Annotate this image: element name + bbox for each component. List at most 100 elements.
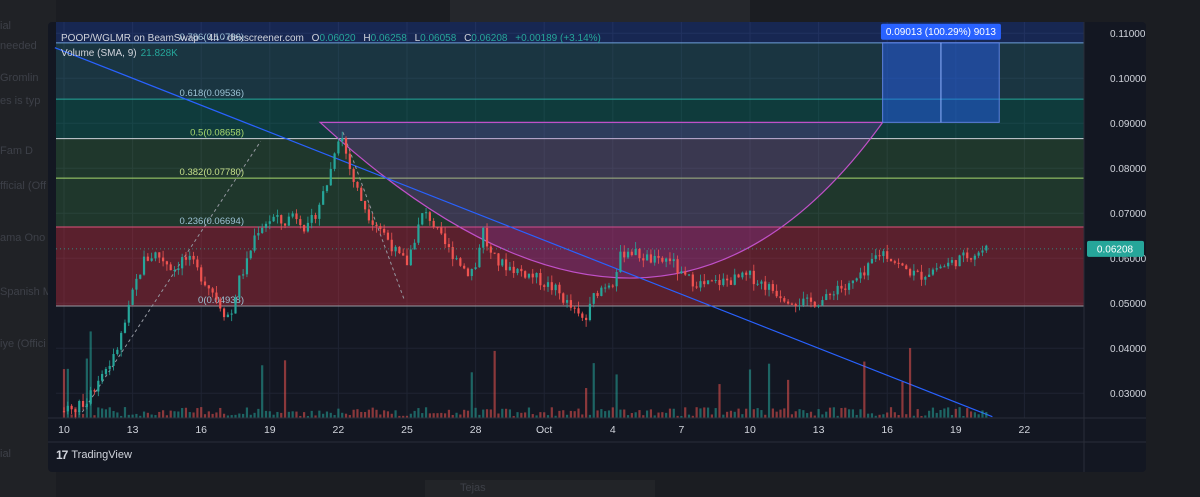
price-chart[interactable]: 0(0.04938)0.236(0.06694)0.382(0.07780)0.… [48,22,1146,472]
candle-body [272,216,275,222]
volume-bar [867,413,870,418]
volume-bar [600,409,603,418]
candle-body [646,254,649,261]
volume-bar [482,409,485,418]
candle-body [764,281,767,290]
volume-bar [493,350,496,418]
volume-bar [668,408,672,418]
volume-bar [444,413,447,418]
candle-body [642,258,645,261]
candle-body [150,258,153,261]
volume-bar [733,411,736,418]
candle-body [93,390,96,392]
volume-bar [322,413,325,418]
candle-body [870,258,874,264]
volume-bar [150,414,153,418]
candle-body [501,259,504,266]
volume-bar [870,413,874,418]
volume-bar [257,408,260,418]
candle-body [81,400,85,407]
volume-bar [356,409,359,418]
candle-body [299,219,302,226]
candle-body [668,258,672,262]
volume-label: Volume (SMA, 9) [61,48,137,59]
volume-bar [737,408,740,418]
volume-bar [516,412,519,418]
candle-body [169,264,172,271]
volume-bar [413,410,416,418]
volume-bar [455,412,458,418]
candle-body [455,258,458,260]
volume-bar [825,411,828,418]
volume-bar [634,412,637,418]
candle-body [966,252,969,259]
volume-bar [161,410,165,418]
candle-body [135,278,138,290]
candle-body [341,138,344,142]
chart-panel[interactable]: 0(0.04938)0.236(0.06694)0.382(0.07780)0.… [48,22,1146,472]
candle-body [489,246,492,253]
volume-bar [184,407,188,418]
candle-body [417,224,420,243]
candle-body [325,185,329,192]
candle-body [78,400,81,413]
volume-bar [741,414,744,418]
volume-bar [287,411,290,418]
candle-body [531,273,534,278]
y-tick-label: 0.09000 [1110,119,1146,130]
candle-body [828,294,832,296]
volume-bar [798,409,801,418]
candle-body [165,261,168,265]
candle-body [291,213,294,217]
volume-bar [463,409,466,418]
candle-body [722,278,725,286]
volume-legend: Volume (SMA, 9) 21.828K [61,48,178,59]
volume-bar [489,409,492,418]
candle-body [653,255,656,263]
candle-body [897,262,900,264]
candle-body [485,227,489,247]
volume-bar [303,412,306,418]
candle-body [638,249,641,259]
volume-bar [142,411,146,418]
background-text: fficial (Off [0,180,47,192]
x-tick-label: 22 [1019,424,1031,436]
candle-body [947,262,950,267]
volume-bar [806,413,809,418]
volume-bar [832,407,835,418]
candle-body [794,304,797,307]
volume-bar [85,358,88,418]
candle-body [383,228,386,233]
candle-body [924,276,927,280]
candle-body [889,258,893,262]
volume-bar [344,413,348,418]
x-tick-label: 13 [127,424,139,436]
candle-body [962,252,965,256]
candle-body [352,169,355,182]
volume-bar [821,414,824,418]
volume-bar [809,411,813,418]
volume-bar [699,408,702,418]
candle-body [386,232,390,240]
candle-body [482,227,485,248]
candle-body [939,266,942,269]
volume-bar [604,411,607,418]
candle-body [238,275,241,298]
volume-bar [748,369,752,418]
fib-level-label: 0.382(0.07780) [180,167,244,178]
candle-body [562,293,565,303]
volume-bar [931,407,935,418]
candle-body [154,252,157,259]
tradingview-footer[interactable]: 17 TradingView [56,448,132,462]
candle-body [379,226,382,229]
candle-body [565,300,569,303]
candle-body [908,269,912,276]
candle-body [440,227,443,234]
candle-body [760,281,763,284]
volume-bar [756,408,759,418]
candle-body [691,274,694,287]
volume-bar [108,407,111,418]
volume-bar [859,409,862,418]
volume-bar [687,414,691,418]
volume-bar [363,412,367,418]
